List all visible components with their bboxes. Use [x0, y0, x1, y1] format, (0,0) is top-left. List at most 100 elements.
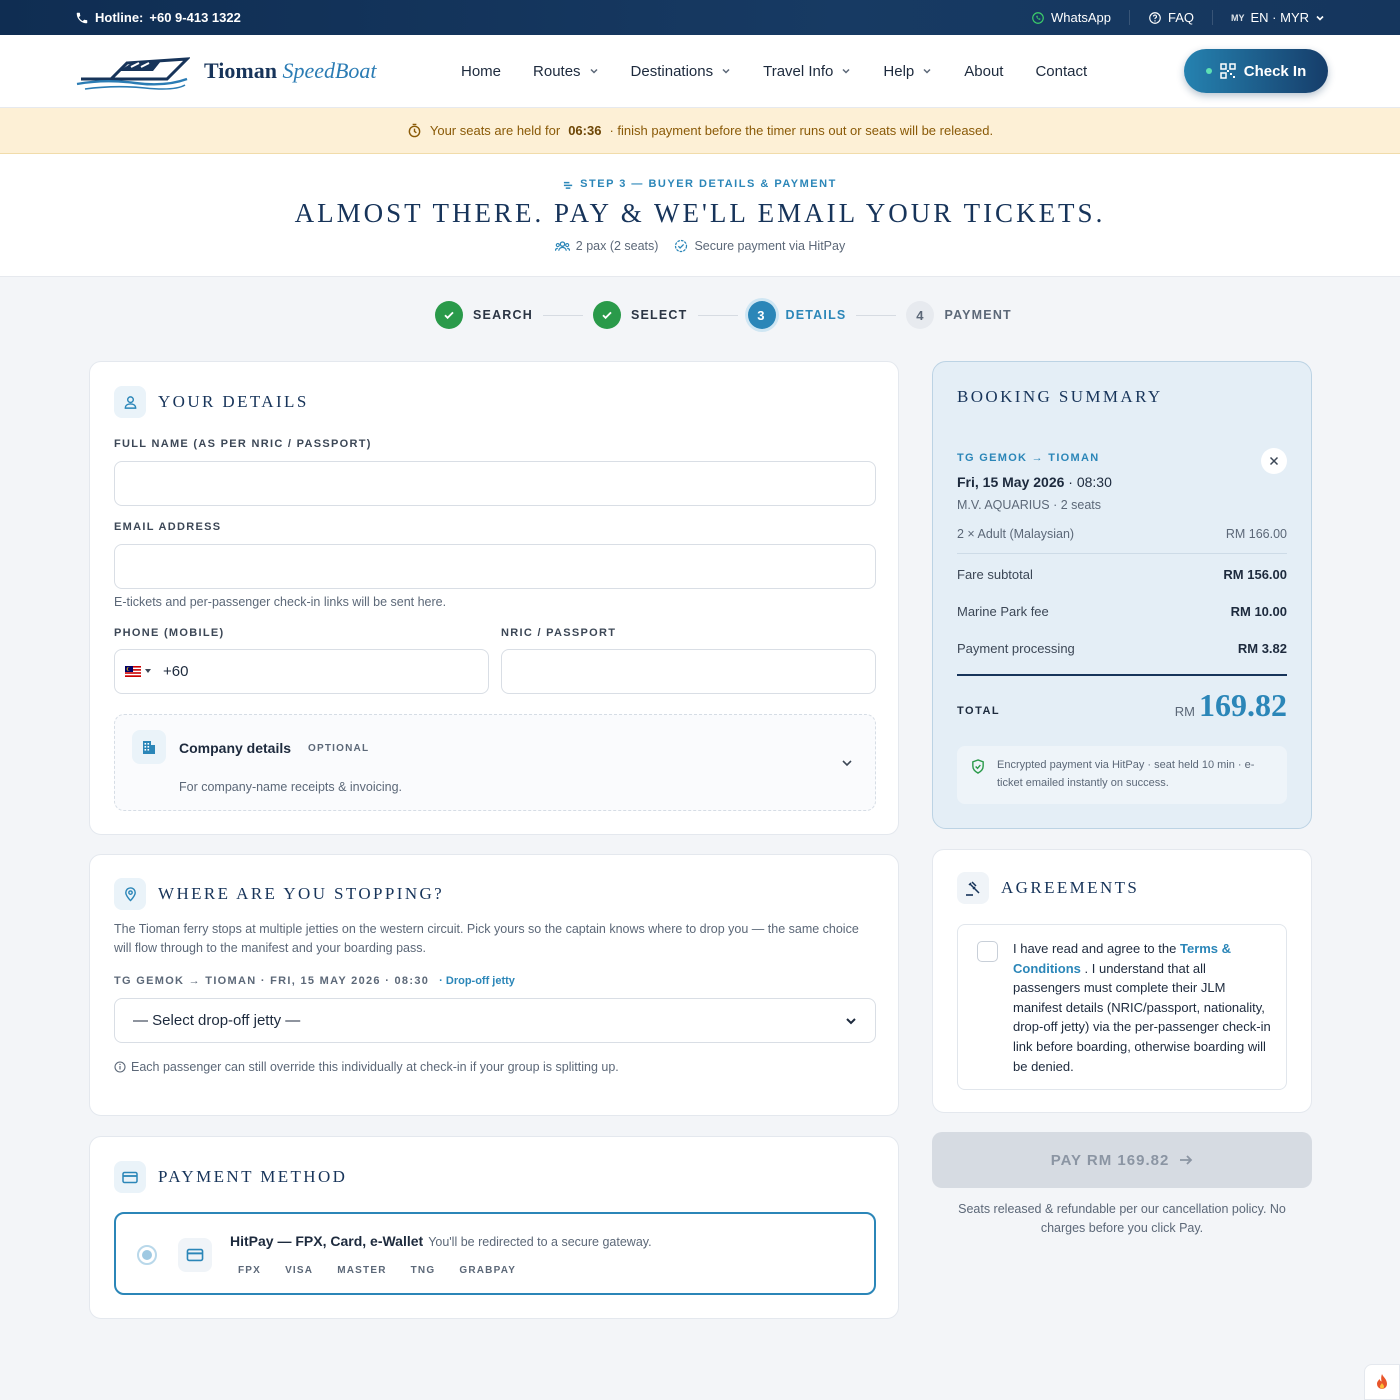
marine-park-fee-row: Marine Park fee RM 10.00: [957, 604, 1287, 619]
step-number: 3: [747, 301, 776, 329]
chip-grabpay: GRABPAY: [459, 1265, 517, 1276]
company-details-toggle[interactable]: Company details OPTIONAL For company-nam…: [114, 714, 876, 811]
chevron-down-icon: [841, 757, 853, 769]
nav-contact[interactable]: Contact: [1019, 63, 1103, 80]
payment-method-heading: PAYMENT METHOD: [114, 1161, 347, 1193]
brand-name-main: Tioman: [204, 58, 277, 83]
step-search-label: SEARCH: [473, 308, 533, 322]
main-nav: Home Routes Destinations Travel Info Hel…: [445, 35, 1103, 107]
your-details-heading: YOUR DETAILS: [114, 386, 309, 418]
full-name-input[interactable]: [114, 461, 876, 506]
terms-text-after: . I understand that all passengers must …: [1013, 960, 1271, 1074]
processing-fee-value: RM 3.82: [1237, 641, 1287, 656]
secure-info: Secure payment via HitPay: [674, 239, 845, 253]
secure-payment-note: Encrypted payment via HitPay · seat held…: [957, 746, 1287, 804]
summary-datetime: Fri, 15 May 2026 · 08:30: [957, 474, 1112, 490]
radio-button[interactable]: [137, 1245, 157, 1265]
building-icon: [132, 730, 166, 764]
nav-travel-info[interactable]: Travel Info: [747, 63, 867, 80]
chevron-down-icon: [1315, 13, 1325, 23]
nav-routes[interactable]: Routes: [517, 63, 615, 80]
pay-button[interactable]: PAY RM 169.82: [932, 1132, 1312, 1188]
nav-about[interactable]: About: [948, 63, 1019, 80]
chip-visa: VISA: [285, 1265, 314, 1276]
terms-checkbox[interactable]: [977, 941, 998, 962]
malaysia-flag-icon[interactable]: [125, 666, 151, 677]
timer-suffix: · finish payment before the timer runs o…: [609, 123, 994, 138]
check-icon: [592, 301, 621, 329]
qr-icon: [1219, 63, 1236, 79]
brand-name-italic: SpeedBoat: [282, 58, 377, 83]
full-name-label: FULL NAME (AS PER NRIC / PASSPORT): [114, 438, 372, 450]
question-icon: [1148, 11, 1162, 25]
drop-off-description: The Tioman ferry stops at multiple jetti…: [114, 922, 859, 955]
drop-off-heading: WHERE ARE YOU STOPPING?: [114, 878, 444, 910]
step-connector: [856, 314, 897, 316]
hotline[interactable]: Hotline: +60 9-413 1322: [75, 10, 241, 25]
phone-field[interactable]: +60: [114, 649, 489, 694]
check-in-button[interactable]: Check In: [1184, 49, 1328, 93]
chip-tng: TNG: [410, 1265, 436, 1276]
pay-note: Seats released & refundable per our canc…: [958, 1202, 1286, 1235]
stopwatch-icon: [407, 123, 422, 138]
chip-fpx: FPX: [238, 1265, 262, 1276]
remove-trip-button[interactable]: [1261, 448, 1287, 474]
drop-off-tag: · Drop-off jetty: [439, 975, 515, 987]
nav-contact-label: Contact: [1035, 62, 1088, 80]
step-search[interactable]: SEARCH: [435, 301, 533, 329]
fare-subtotal-value: RM 156.00: [1223, 567, 1287, 582]
company-details-desc: For company-name receipts & invoicing.: [179, 780, 403, 794]
drop-off-note: Each passenger can still override this i…: [114, 1060, 619, 1074]
marine-park-fee-value: RM 10.00: [1230, 604, 1287, 619]
nav-home[interactable]: Home: [445, 63, 517, 80]
summary-vessel: M.V. AQUARIUS · 2 seats: [957, 498, 1102, 512]
summary-line-item: 2 × Adult (Malaysian) RM 166.00: [957, 527, 1287, 541]
check-icon: [435, 301, 463, 329]
drop-off-jetty-select[interactable]: — Select drop-off jetty —: [114, 998, 876, 1043]
arrow-right-icon: [1179, 1154, 1193, 1166]
pax-info: 2 pax (2 seats): [554, 239, 658, 253]
verified-badge-icon: [674, 239, 688, 253]
trip-reference: TG GEMOK → TIOMAN · FRI, 15 MAY 2026 · 0…: [114, 975, 515, 987]
summary-date: Fri, 15 May 2026: [957, 474, 1065, 490]
step-label-text: STEP 3 — BUYER DETAILS & PAYMENT: [580, 178, 837, 190]
floating-widget-button[interactable]: [1364, 1364, 1400, 1400]
close-icon: [1269, 456, 1279, 466]
drop-off-note-text: Each passenger can still override this i…: [131, 1060, 619, 1074]
timer-prefix: Your seats are held for: [429, 123, 561, 138]
agreements-card: AGREEMENTS I have read and agree to the …: [932, 849, 1312, 1113]
payment-option-hitpay[interactable]: HitPay — FPX, Card, e-Wallet You'll be r…: [114, 1212, 876, 1295]
whatsapp-link[interactable]: WhatsApp: [1013, 10, 1129, 25]
nric-input[interactable]: [501, 649, 876, 694]
company-details-title: Company details: [179, 740, 292, 756]
email-label: EMAIL ADDRESS: [114, 521, 222, 533]
phone-label: PHONE (MOBILE): [114, 627, 225, 639]
chevron-down-icon: [841, 66, 851, 76]
locale-selector[interactable]: MY EN · MYR: [1212, 10, 1325, 25]
your-details-title: YOUR DETAILS: [158, 392, 309, 411]
info-icon: [114, 1061, 126, 1073]
line-item-value: RM 166.00: [1225, 527, 1287, 541]
nav-help[interactable]: Help: [867, 63, 948, 80]
payment-chips: FPX VISA MASTER TNG GRABPAY: [238, 1265, 516, 1276]
whatsapp-label: WhatsApp: [1051, 10, 1111, 25]
shield-check-icon: [971, 759, 985, 774]
terms-agreement-box: I have read and agree to the Terms & Con…: [957, 924, 1287, 1090]
email-input[interactable]: [114, 544, 876, 589]
brand-logo[interactable]: Tioman SpeedBoat: [75, 49, 377, 93]
nav-destinations[interactable]: Destinations: [615, 63, 748, 80]
step-select[interactable]: SELECT: [592, 301, 688, 329]
location-pin-icon: [114, 878, 146, 910]
booking-summary-card: BOOKING SUMMARY TG GEMOK → TIOMAN Fri, 1…: [932, 361, 1312, 829]
step-details-label: DETAILS: [785, 308, 847, 322]
sparkle-icon: [563, 179, 574, 190]
page-hero: STEP 3 — BUYER DETAILS & PAYMENT ALMOST …: [0, 154, 1400, 277]
step-select-label: SELECT: [630, 308, 688, 322]
seat-hold-banner: Your seats are held for 06:36 · finish p…: [0, 108, 1400, 154]
faq-link[interactable]: FAQ: [1128, 10, 1212, 25]
step-label: STEP 3 — BUYER DETAILS & PAYMENT: [0, 178, 1400, 190]
hotline-label: Hotline:: [95, 10, 144, 25]
hotline-number: +60 9-413 1322: [149, 10, 241, 25]
total-label: TOTAL: [957, 705, 1001, 717]
payment-method-title: PAYMENT METHOD: [158, 1167, 348, 1186]
